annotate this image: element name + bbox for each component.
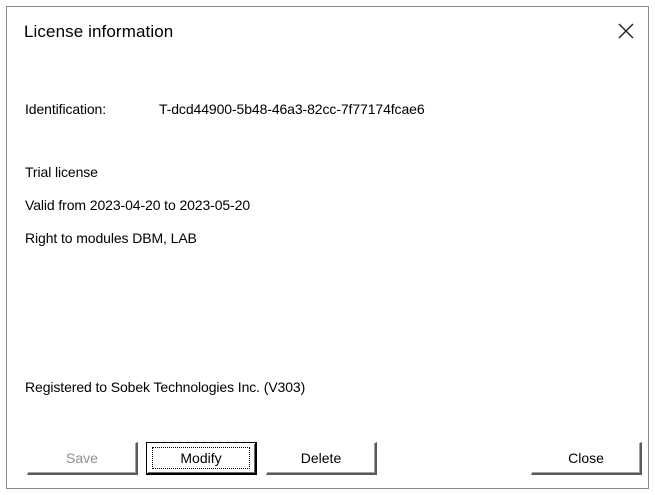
save-button[interactable]: Save (27, 442, 138, 475)
registered-to: Registered to Sobek Technologies Inc. (V… (25, 379, 306, 395)
close-button-label: Close (568, 450, 604, 466)
identification-label: Identification: (25, 101, 106, 117)
close-icon (618, 23, 634, 39)
save-button-label: Save (66, 450, 98, 466)
identification-value: T-dcd44900-5b48-46a3-82cc-7f77174fcae6 (159, 101, 425, 117)
close-button[interactable]: Close (531, 442, 642, 475)
license-validity: Valid from 2023-04-20 to 2023-05-20 (25, 197, 251, 213)
license-modules: Right to modules DBM, LAB (25, 230, 197, 246)
modify-button[interactable]: Modify (146, 442, 257, 475)
delete-button[interactable]: Delete (266, 442, 377, 475)
modify-button-label: Modify (180, 450, 222, 466)
license-dialog: License information Identification: T-dc… (6, 6, 649, 489)
dialog-content: Identification: T-dcd44900-5b48-46a3-82c… (7, 58, 648, 488)
license-type: Trial license (25, 164, 98, 180)
delete-button-label: Delete (300, 450, 342, 466)
title-close-button[interactable] (606, 11, 646, 51)
title-bar: License information (7, 7, 648, 58)
window-title: License information (24, 22, 174, 41)
